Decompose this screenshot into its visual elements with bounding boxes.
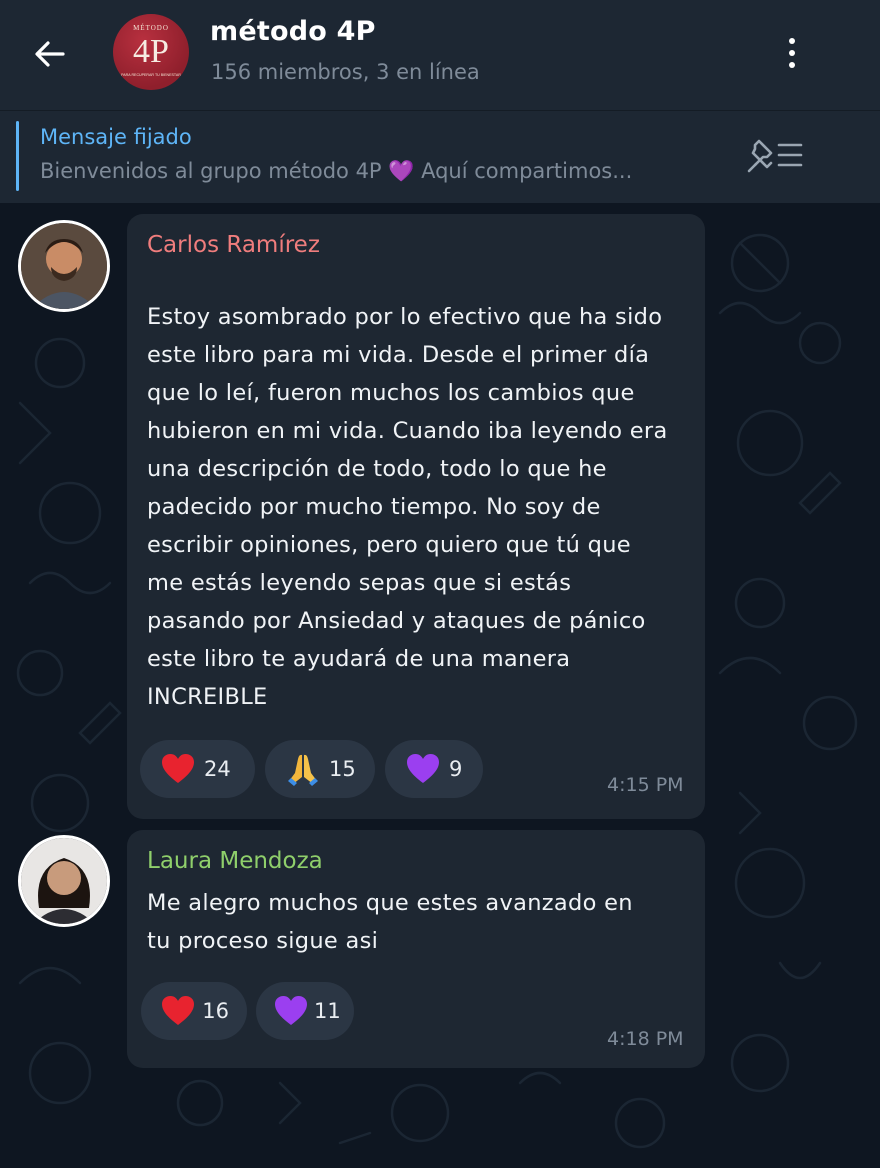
- group-avatar-main-text: 4P: [133, 33, 169, 70]
- user-avatar-icon: [21, 838, 107, 924]
- group-avatar-bottom-text: PARA RECUPERAR TU BIENESTAR: [121, 73, 181, 77]
- reaction-chip[interactable]: 9: [385, 740, 483, 798]
- group-avatar-top-text: MÉTODO: [133, 24, 169, 32]
- sender-avatar-laura[interactable]: [18, 835, 110, 927]
- heart-purple-emoji: [403, 749, 443, 789]
- reaction-count: 16: [202, 999, 229, 1023]
- pinned-accent-bar: [16, 121, 19, 191]
- reaction-count: 24: [204, 757, 231, 781]
- user-avatar-icon: [21, 223, 107, 309]
- reaction-count: 11: [314, 999, 341, 1023]
- reaction-count: 9: [449, 757, 463, 781]
- group-avatar[interactable]: MÉTODO 4P PARA RECUPERAR TU BIENESTAR: [113, 14, 189, 90]
- back-button[interactable]: [26, 30, 74, 78]
- chat-header: MÉTODO 4P PARA RECUPERAR TU BIENESTAR mé…: [0, 0, 880, 110]
- message-time: 4:18 PM: [607, 1028, 684, 1050]
- pin-list-button[interactable]: [740, 129, 810, 181]
- pinned-message-bar[interactable]: Mensaje fijado Bienvenidos al grupo méto…: [0, 110, 880, 203]
- chat-area[interactable]: Carlos Ramírez Estoy asombrado por lo ef…: [0, 203, 880, 1168]
- pin-list-icon: [747, 139, 803, 173]
- pinned-message-preview: Bienvenidos al grupo método 4P 💜 Aquí co…: [40, 159, 633, 183]
- group-name[interactable]: método 4P: [210, 16, 376, 47]
- group-member-count: 156 miembros, 3 en línea: [211, 60, 480, 84]
- more-options-button[interactable]: [770, 28, 814, 78]
- reaction-chip[interactable]: 11: [256, 982, 354, 1040]
- message-text: Me alegro muchos que estes avanzado en t…: [147, 890, 633, 954]
- message-time: 4:15 PM: [607, 774, 684, 796]
- arrow-left-icon: [35, 41, 65, 67]
- heart-red-emoji: [158, 749, 198, 789]
- pinned-message-label: Mensaje fijado: [40, 125, 192, 149]
- heart-purple-emoji: [274, 991, 308, 1031]
- more-vertical-icon: [789, 38, 795, 44]
- message-sender-name[interactable]: Carlos Ramírez: [147, 232, 320, 258]
- folded-hands-emoji: [283, 749, 323, 789]
- reaction-chip[interactable]: 15: [265, 740, 375, 798]
- heart-red-emoji: [159, 991, 196, 1031]
- message-bubble[interactable]: Carlos Ramírez Estoy asombrado por lo ef…: [127, 214, 705, 819]
- message-text: Estoy asombrado por lo efectivo que ha s…: [147, 304, 668, 710]
- sender-avatar-carlos[interactable]: [18, 220, 110, 312]
- message-bubble[interactable]: Laura Mendoza Me alegro muchos que estes…: [127, 830, 705, 1068]
- reaction-chip[interactable]: 16: [141, 982, 247, 1040]
- reaction-count: 15: [329, 757, 356, 781]
- reaction-chip[interactable]: 24: [140, 740, 255, 798]
- message-sender-name[interactable]: Laura Mendoza: [147, 848, 323, 874]
